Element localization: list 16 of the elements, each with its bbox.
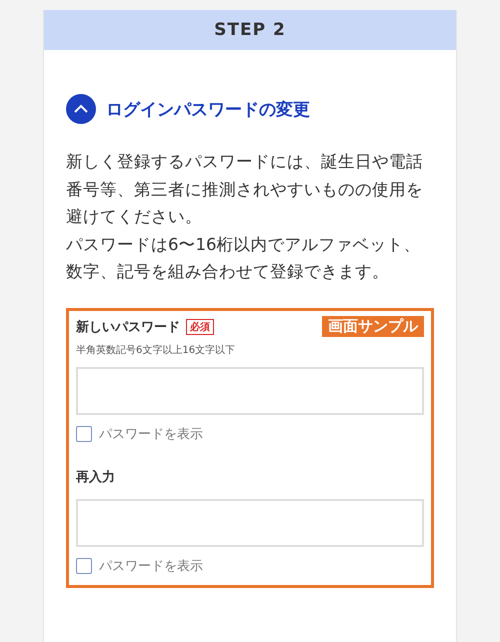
- checkbox-icon[interactable]: [76, 426, 92, 442]
- show-password-checkbox[interactable]: パスワードを表示: [76, 556, 424, 574]
- field-hint: 半角英数記号6文字以上16文字以下: [76, 344, 236, 356]
- description-text: 新しく登録するパスワードには、誕生日や電話番号等、第三者に推測されやすいものの使用を避けてください。: [66, 151, 424, 228]
- password-field[interactable]: [76, 366, 424, 414]
- sample-badge: 画面サンプル: [322, 316, 424, 336]
- step-title: STEP 2: [214, 20, 286, 40]
- collapse-icon[interactable]: [66, 94, 96, 124]
- field-label: 再入力: [76, 468, 115, 486]
- show-password-checkbox[interactable]: パスワードを表示: [76, 424, 424, 442]
- checkbox-icon[interactable]: [76, 558, 92, 574]
- required-tag: 必須: [186, 318, 214, 334]
- field-label: 新しいパスワード: [76, 318, 180, 336]
- password-field[interactable]: [76, 498, 424, 546]
- description-text: パスワードは6〜16桁以内でアルファベット、数字、記号を組み合わせて登録できます。: [66, 234, 422, 283]
- section-title: ログインパスワードの変更: [106, 98, 310, 120]
